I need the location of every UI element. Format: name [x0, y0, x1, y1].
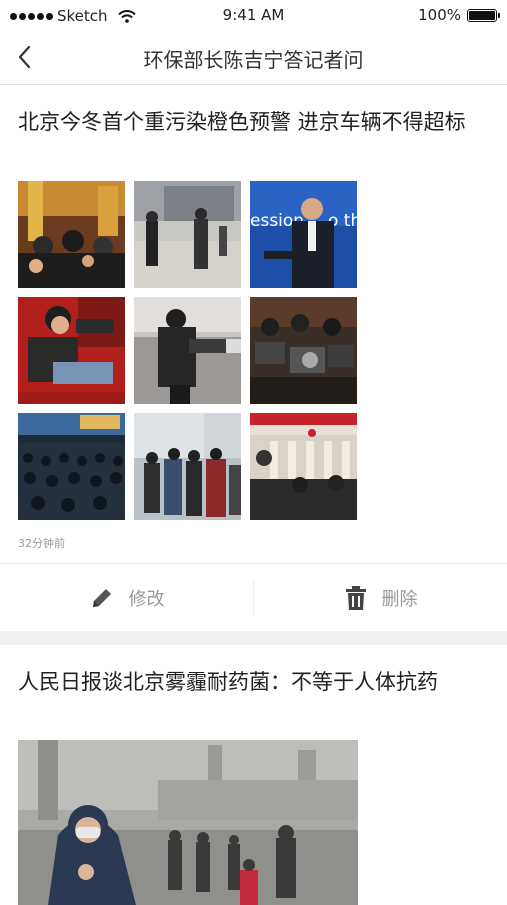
photo-thumbnail[interactable] — [134, 181, 241, 288]
photo-thumbnail[interactable] — [18, 740, 358, 905]
page-title: 环保部长陈吉宁答记者问 — [143, 48, 364, 72]
photo-thumbnail[interactable] — [18, 181, 125, 288]
post-title[interactable]: 人民日报谈北京雾霾耐药菌：不等于人体抗药 — [18, 667, 488, 697]
trash-icon — [345, 586, 366, 610]
nav-bar: 环保部长陈吉宁答记者问 — [0, 32, 507, 85]
battery-percent: 100% — [418, 6, 461, 24]
photo-thumbnail[interactable]: essiono the — [250, 181, 357, 288]
card-separator — [0, 631, 507, 645]
edit-button[interactable]: 修改 — [0, 564, 253, 632]
photo-grid: essiono the — [18, 181, 358, 521]
post-title[interactable]: 北京今冬首个重污染橙色预警 进京车辆不得超标 — [18, 107, 488, 137]
photo-thumbnail[interactable] — [250, 413, 357, 520]
photo-thumbnail[interactable] — [134, 297, 241, 404]
photo-thumbnail[interactable] — [134, 413, 241, 520]
photo-thumbnail[interactable] — [250, 297, 357, 404]
pencil-icon — [92, 589, 111, 607]
delete-button[interactable]: 删除 — [254, 564, 507, 632]
post-timestamp: 32分钟前 — [18, 537, 65, 550]
status-right: 100% — [418, 6, 500, 24]
photo-thumbnail[interactable] — [18, 413, 125, 520]
photo-thumbnail[interactable] — [18, 297, 125, 404]
delete-label: 删除 — [381, 589, 418, 610]
edit-label: 修改 — [128, 589, 165, 610]
battery-icon — [467, 8, 500, 22]
status-bar: Sketch 9:41 AM 100% — [0, 0, 507, 32]
post-action-bar: 修改 删除 — [0, 563, 507, 632]
